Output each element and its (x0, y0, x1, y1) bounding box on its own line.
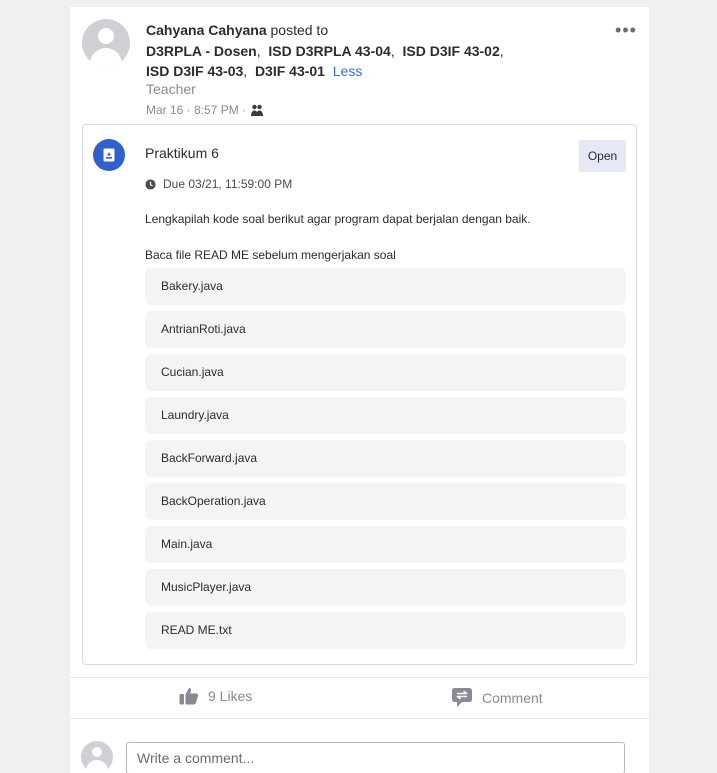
open-button[interactable]: Open (579, 140, 626, 172)
comment-button[interactable]: Comment (451, 687, 543, 708)
more-options-icon[interactable]: ••• (615, 20, 637, 40)
author-role: Teacher (146, 81, 196, 97)
attachment-item[interactable]: READ ME.txt (145, 612, 626, 649)
clock-icon (145, 178, 156, 190)
assignment-card: Praktikum 6 Open Due 03/21, 11:59:00 PM … (82, 124, 637, 665)
attachment-item[interactable]: Cucian.java (145, 354, 626, 391)
group-audience-icon (250, 103, 264, 117)
description-line: Baca file READ ME sebelum mengerjakan so… (145, 248, 396, 262)
attachment-item[interactable]: AntrianRoti.java (145, 311, 626, 348)
due-date-text: Due 03/21, 11:59:00 PM (163, 177, 293, 191)
author-name[interactable]: Cahyana Cahyana (146, 22, 267, 38)
assignment-description: Lengkapilah kode soal berikut agar progr… (145, 210, 625, 264)
likes-count: 9 Likes (208, 688, 253, 704)
assignment-title[interactable]: Praktikum 6 (145, 145, 219, 161)
post-meta: Mar 16 · 8:57 PM · (146, 103, 264, 117)
attachment-item[interactable]: Bakery.java (145, 268, 626, 305)
commenter-avatar (81, 741, 113, 773)
attachment-item[interactable]: Main.java (145, 526, 626, 563)
divider (70, 718, 649, 719)
attachment-item[interactable]: Laundry.java (145, 397, 626, 434)
posted-to-text: posted to (270, 22, 329, 38)
post-card: ••• Cahyana Cahyana posted to D3RPLA - D… (70, 7, 649, 773)
thumbs-up-icon (179, 688, 199, 705)
group-link[interactable]: ISD D3RPLA 43-04 (268, 43, 390, 59)
comment-label: Comment (482, 689, 543, 706)
recipient-groups: D3RPLA - Dosen, ISD D3RPLA 43-04, ISD D3… (146, 42, 504, 80)
group-link[interactable]: D3IF 43-01 (255, 63, 325, 79)
attachment-list: Bakery.java AntrianRoti.java Cucian.java… (145, 268, 626, 655)
description-line: Lengkapilah kode soal berikut agar progr… (145, 212, 531, 226)
less-link[interactable]: Less (333, 63, 363, 79)
comment-icon (452, 688, 472, 707)
post-actions: 9 Likes Comment (70, 678, 649, 718)
post-header: Cahyana Cahyana posted to D3RPLA - Dosen… (146, 20, 586, 82)
attachment-item[interactable]: MusicPlayer.java (145, 569, 626, 606)
attachment-item[interactable]: BackForward.java (145, 440, 626, 477)
comment-input[interactable] (126, 742, 625, 773)
author-avatar[interactable] (82, 19, 130, 67)
group-link[interactable]: ISD D3IF 43-03 (146, 63, 243, 79)
post-date: Mar 16 · 8:57 PM · (146, 103, 247, 117)
group-link[interactable]: D3RPLA - Dosen (146, 43, 257, 59)
group-link[interactable]: ISD D3IF 43-02 (402, 43, 499, 59)
due-date: Due 03/21, 11:59:00 PM (145, 177, 292, 191)
like-button[interactable]: 9 Likes (179, 687, 252, 705)
attachment-item[interactable]: BackOperation.java (145, 483, 626, 520)
assignment-icon (93, 139, 125, 171)
